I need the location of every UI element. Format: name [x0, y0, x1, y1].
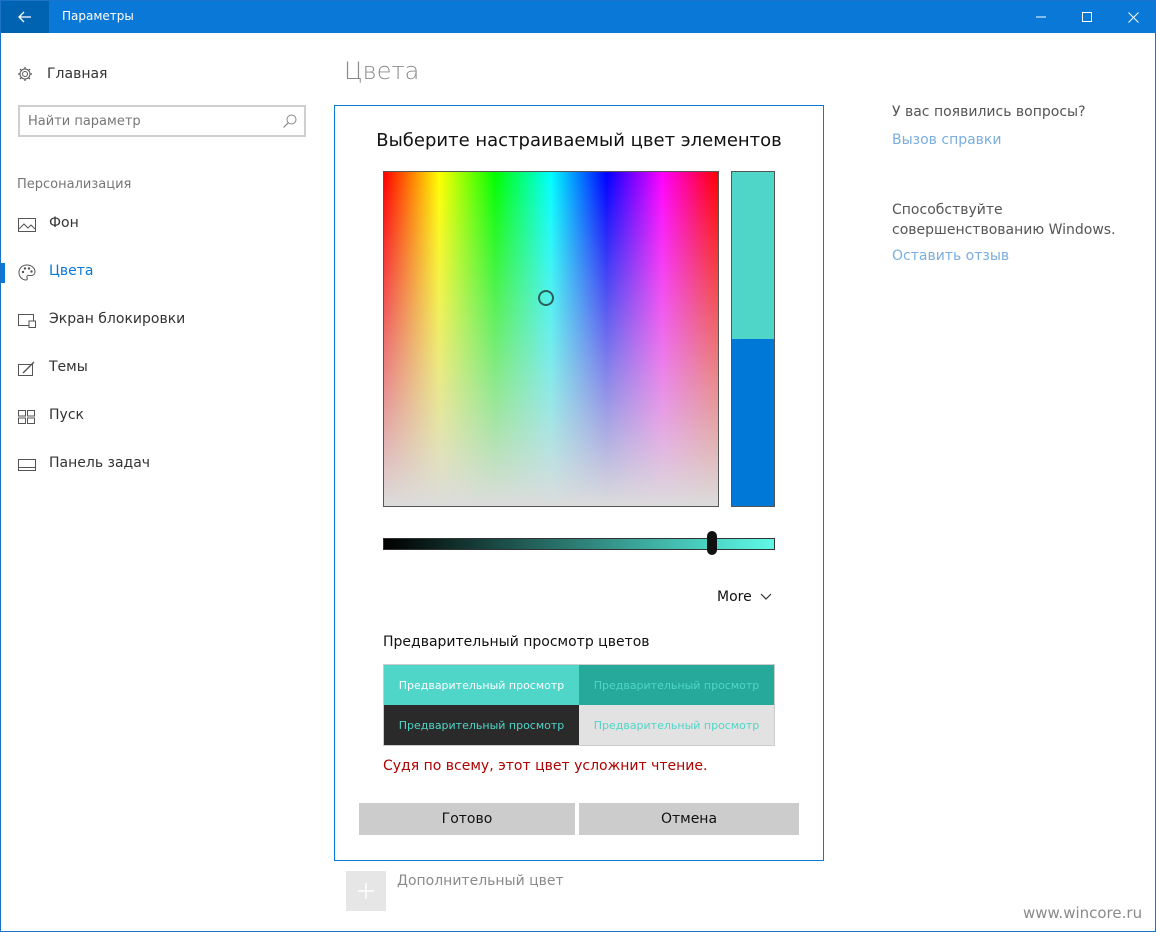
search-input[interactable] [28, 111, 268, 131]
give-feedback-link[interactable]: Оставить отзыв [892, 248, 1009, 264]
add-custom-color-label[interactable]: Дополнительный цвет [397, 873, 564, 889]
page-title: Цвета [344, 57, 420, 85]
sidebar-item-background[interactable]: Фон [1, 205, 321, 245]
taskbar-icon [18, 456, 36, 474]
active-indicator [1, 263, 5, 283]
add-custom-color-button[interactable] [346, 871, 386, 911]
color-swatch [731, 171, 775, 507]
contrast-warning: Судя по всему, этот цвет усложнит чтение… [383, 758, 708, 774]
feedback-text: Способствуйте совершенствованию Windows. [892, 202, 1116, 238]
sidebar-item-label: Пуск [49, 407, 84, 423]
search-box[interactable] [18, 105, 306, 137]
settings-window: Параметры Главная Персонали [0, 0, 1156, 932]
lock-screen-icon [18, 312, 36, 330]
minimize-button[interactable] [1018, 1, 1064, 33]
new-color-swatch [732, 172, 774, 339]
sidebar-item-start[interactable]: Пуск [1, 397, 321, 437]
arrow-left-icon [18, 11, 31, 23]
watermark: www.wincore.ru [1023, 904, 1143, 922]
more-label: More [717, 589, 752, 605]
preview-cell-dark-accent-bg: Предварительный просмотр [579, 665, 774, 705]
back-button[interactable] [1, 1, 49, 33]
current-color-swatch [732, 339, 774, 506]
home-link[interactable]: Главная [17, 63, 107, 85]
search-icon[interactable] [282, 113, 298, 129]
close-icon [1127, 11, 1139, 23]
sidebar-item-themes[interactable]: Темы [1, 349, 321, 389]
section-label: Персонализация [17, 177, 132, 192]
help-question: У вас появились вопросы? [892, 104, 1086, 120]
sidebar-item-label: Панель задач [49, 455, 151, 471]
sidebar-item-label: Фон [49, 215, 79, 231]
preview-cell-light-bg: Предварительный просмотр [579, 705, 774, 745]
preview-cell-dark-bg: Предварительный просмотр [384, 705, 579, 745]
preview-cell-accent-bg: Предварительный просмотр [384, 665, 579, 705]
title-bar: Параметры [1, 1, 1155, 33]
color-preview-grid: Предварительный просмотр Предварительный… [383, 664, 775, 746]
color-picker-handle[interactable] [538, 290, 554, 306]
custom-color-dialog: Выберите настраиваемый цвет элементов Mo… [334, 105, 824, 861]
cancel-button[interactable]: Отмена [579, 803, 799, 835]
picture-icon [18, 216, 36, 234]
sidebar: Главная Персонализация Фон [1, 33, 321, 931]
dialog-title: Выберите настраиваемый цвет элементов [376, 130, 782, 151]
sidebar-item-colors[interactable]: Цвета [1, 253, 321, 293]
sidebar-item-taskbar[interactable]: Панель задач [1, 445, 321, 485]
sidebar-item-label: Экран блокировки [49, 311, 186, 327]
minimize-icon [1036, 16, 1046, 18]
themes-icon [18, 360, 36, 378]
close-button[interactable] [1110, 1, 1156, 33]
maximize-button[interactable] [1064, 1, 1110, 33]
gear-icon [18, 67, 32, 81]
sidebar-item-lock-screen[interactable]: Экран блокировки [1, 301, 321, 341]
sidebar-item-label: Цвета [49, 263, 94, 279]
maximize-icon [1082, 12, 1092, 22]
sidebar-item-label: Темы [49, 359, 88, 375]
more-button[interactable]: More [717, 587, 772, 607]
home-label: Главная [47, 66, 108, 82]
brightness-slider-thumb[interactable] [707, 531, 718, 555]
window-title: Параметры [62, 9, 134, 23]
plus-icon [358, 883, 374, 899]
preview-title: Предварительный просмотр цветов [383, 634, 650, 650]
palette-icon [18, 264, 36, 282]
start-icon [18, 408, 36, 426]
chevron-down-icon [760, 593, 772, 600]
get-help-link[interactable]: Вызов справки [892, 132, 1002, 148]
done-button[interactable]: Готово [359, 803, 575, 835]
color-spectrum[interactable] [383, 171, 719, 507]
